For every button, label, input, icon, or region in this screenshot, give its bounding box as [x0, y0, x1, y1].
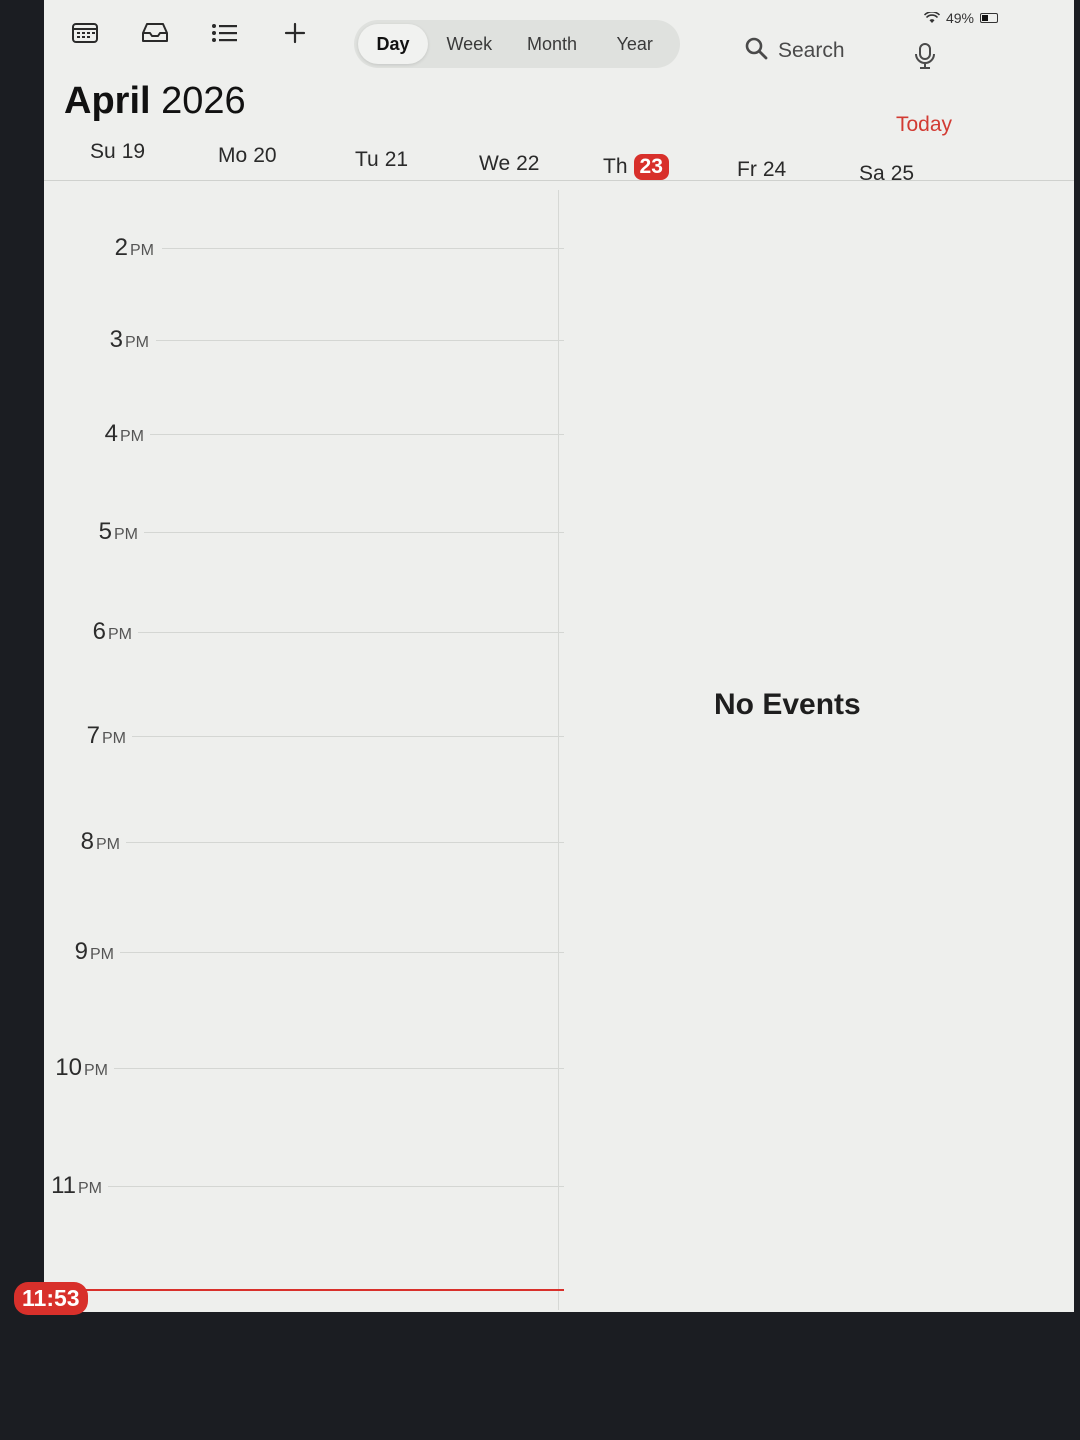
tab-year[interactable]: Year — [593, 24, 676, 64]
hour-row[interactable]: 3 PM — [44, 326, 564, 356]
battery-icon — [980, 13, 998, 23]
day-number: 21 — [384, 148, 409, 171]
hour-gridline — [108, 1186, 564, 1187]
tab-day[interactable]: Day — [358, 24, 428, 64]
day-number: 19 — [121, 140, 146, 163]
hour-label: 8 PM — [80, 828, 120, 855]
hour-row[interactable]: 2 PM — [44, 234, 564, 264]
day-number: 20 — [253, 144, 277, 167]
hour-gridline — [156, 340, 564, 341]
hour-gridline — [132, 736, 564, 737]
current-time-line — [74, 1289, 564, 1291]
day-of-week: Tu — [355, 148, 379, 171]
hour-row[interactable]: 8 PM — [44, 828, 564, 858]
current-time-badge: 11:53 — [14, 1282, 88, 1315]
calendars-icon[interactable] — [68, 18, 102, 48]
today-day-badge: 23 — [633, 154, 669, 180]
day-of-week: Th — [603, 155, 628, 178]
day-tuesday[interactable]: Tu 21 — [355, 148, 408, 172]
search-field[interactable]: Search — [744, 36, 845, 66]
hour-label: 7 PM — [86, 722, 126, 749]
search-placeholder: Search — [778, 39, 845, 62]
status-bar: 49% — [923, 10, 998, 26]
hour-row[interactable]: 9 PM — [44, 938, 564, 968]
divider — [44, 180, 1074, 181]
microphone-icon[interactable] — [914, 42, 936, 75]
hour-label: 9 PM — [74, 938, 114, 965]
hour-gridline — [162, 248, 564, 249]
day-sunday[interactable]: Su 19 — [90, 140, 145, 164]
day-friday[interactable]: Fr 24 — [737, 158, 786, 182]
hour-label: 2 PM — [114, 234, 154, 261]
today-button[interactable]: Today — [896, 113, 952, 137]
hour-gridline — [114, 1068, 564, 1069]
day-number: 22 — [516, 152, 540, 175]
no-events-message: No Events — [714, 688, 861, 721]
inbox-icon[interactable] — [138, 18, 172, 48]
hour-label: 11 PM — [51, 1172, 102, 1199]
hour-label: 10 PM — [55, 1054, 108, 1081]
hour-label: 5 PM — [98, 518, 138, 545]
calendar-screen: 49% Day Week Month Year Search April 202… — [44, 0, 1074, 1312]
day-of-week: Sa — [859, 162, 885, 185]
day-wednesday[interactable]: We 22 — [479, 152, 539, 176]
hour-label: 6 PM — [92, 618, 132, 645]
day-of-week: We — [479, 152, 511, 175]
hour-row[interactable]: 4 PM — [44, 420, 564, 450]
hour-gridline — [138, 632, 564, 633]
hour-gridline — [126, 842, 564, 843]
day-thursday[interactable]: Th 23 — [603, 154, 669, 180]
day-saturday[interactable]: Sa 25 — [859, 162, 914, 186]
hour-row[interactable]: 6 PM — [44, 618, 564, 648]
hour-gridline — [150, 434, 564, 435]
wifi-icon — [923, 12, 940, 24]
hour-label: 3 PM — [109, 326, 149, 353]
day-monday[interactable]: Mo 20 — [218, 144, 277, 168]
day-of-week: Fr — [737, 158, 757, 181]
day-of-week: Mo — [218, 144, 248, 167]
hour-gridline — [120, 952, 564, 953]
year: 2026 — [161, 80, 246, 122]
tab-week[interactable]: Week — [428, 24, 511, 64]
add-icon[interactable] — [278, 18, 312, 48]
week-strip: Su 19 Mo 20 Tu 21 We 22 Th 23 Fr 24 Sa 2… — [74, 136, 974, 185]
view-switcher: Day Week Month Year — [354, 20, 680, 68]
hour-row[interactable]: 5 PM — [44, 518, 564, 548]
day-of-week: Su — [90, 140, 116, 163]
hour-row[interactable]: 11 PM — [44, 1172, 564, 1202]
day-number: 25 — [890, 162, 915, 185]
list-icon[interactable] — [208, 18, 242, 48]
hour-gridline — [144, 532, 564, 533]
search-icon — [744, 36, 768, 66]
hour-label: 4 PM — [104, 420, 144, 447]
day-number: 24 — [762, 158, 787, 181]
hour-row[interactable]: 10 PM — [44, 1054, 564, 1084]
timeline-divider — [558, 190, 559, 1310]
battery-percent: 49% — [945, 10, 974, 26]
month-name: April — [64, 80, 151, 122]
page-title: April 2026 — [64, 80, 246, 123]
tab-month[interactable]: Month — [511, 24, 594, 64]
hour-row[interactable]: 7 PM — [44, 722, 564, 752]
